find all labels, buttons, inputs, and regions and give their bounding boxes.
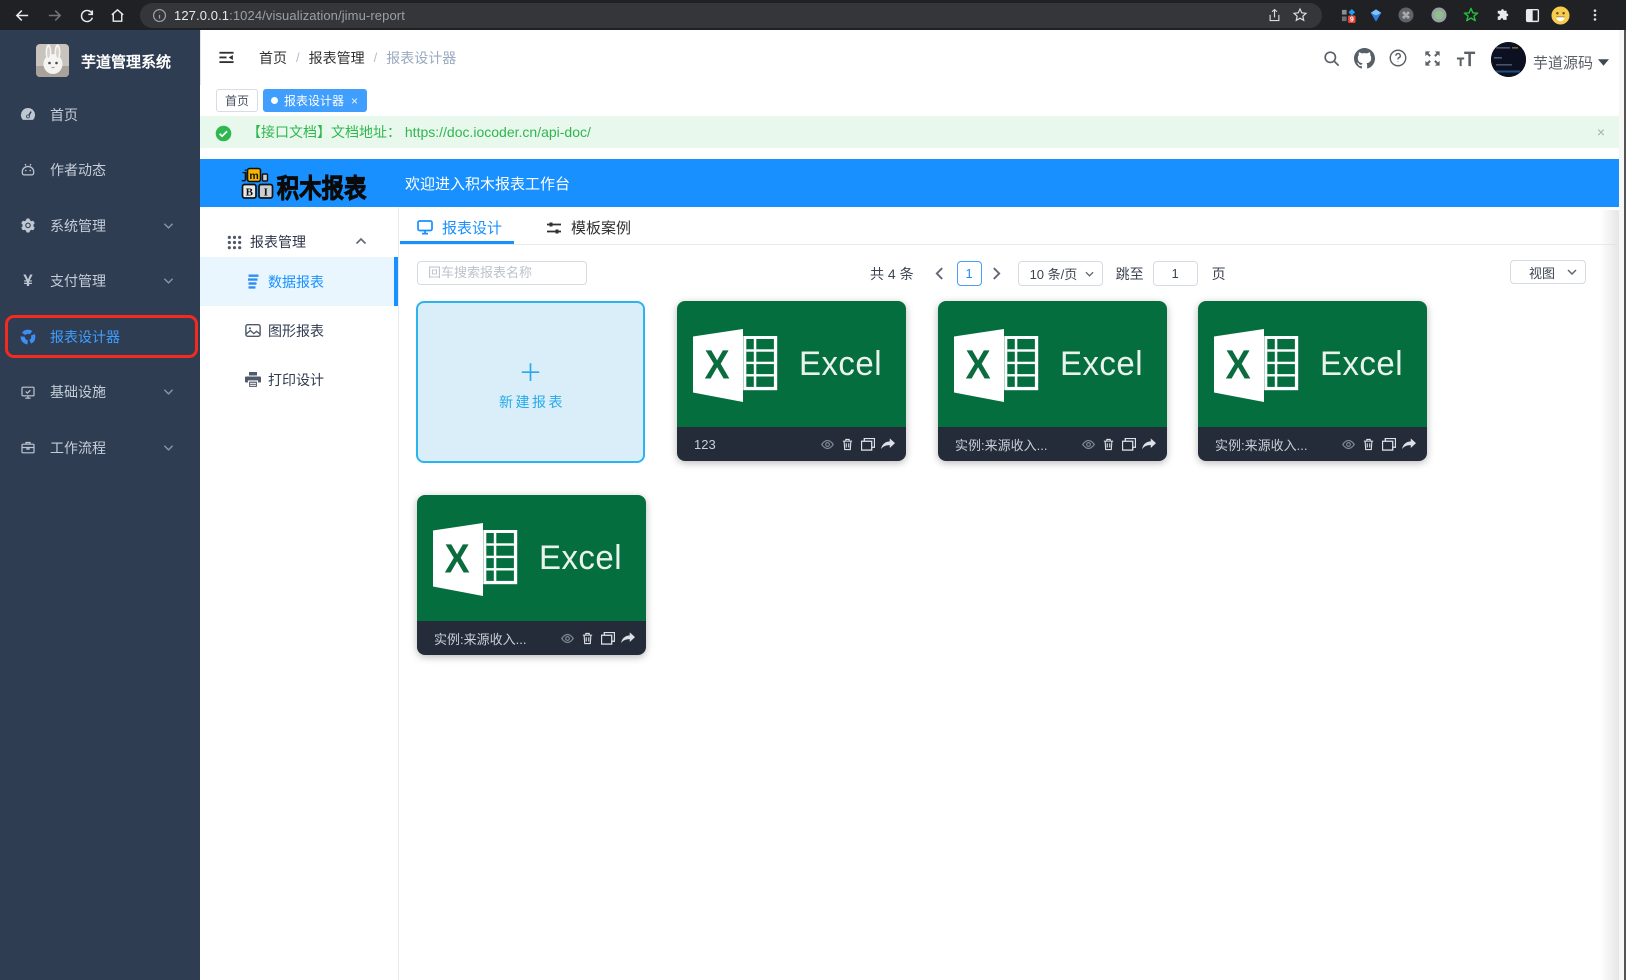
svg-text:X: X [965,342,990,388]
svg-text:Excel: Excel [799,346,882,384]
svg-text:X: X [704,342,729,388]
svg-text:X: X [1225,342,1250,388]
svg-text:m: m [249,170,258,182]
svg-text:X: X [444,536,469,582]
svg-text:Excel: Excel [1320,346,1403,384]
svg-text:9: 9 [1349,16,1353,23]
svg-text:I: I [264,187,268,199]
svg-text:Excel: Excel [1060,346,1143,384]
svg-text:Excel: Excel [539,540,622,578]
svg-text:B: B [246,187,254,199]
svg-text:⌘: ⌘ [1402,10,1411,20]
